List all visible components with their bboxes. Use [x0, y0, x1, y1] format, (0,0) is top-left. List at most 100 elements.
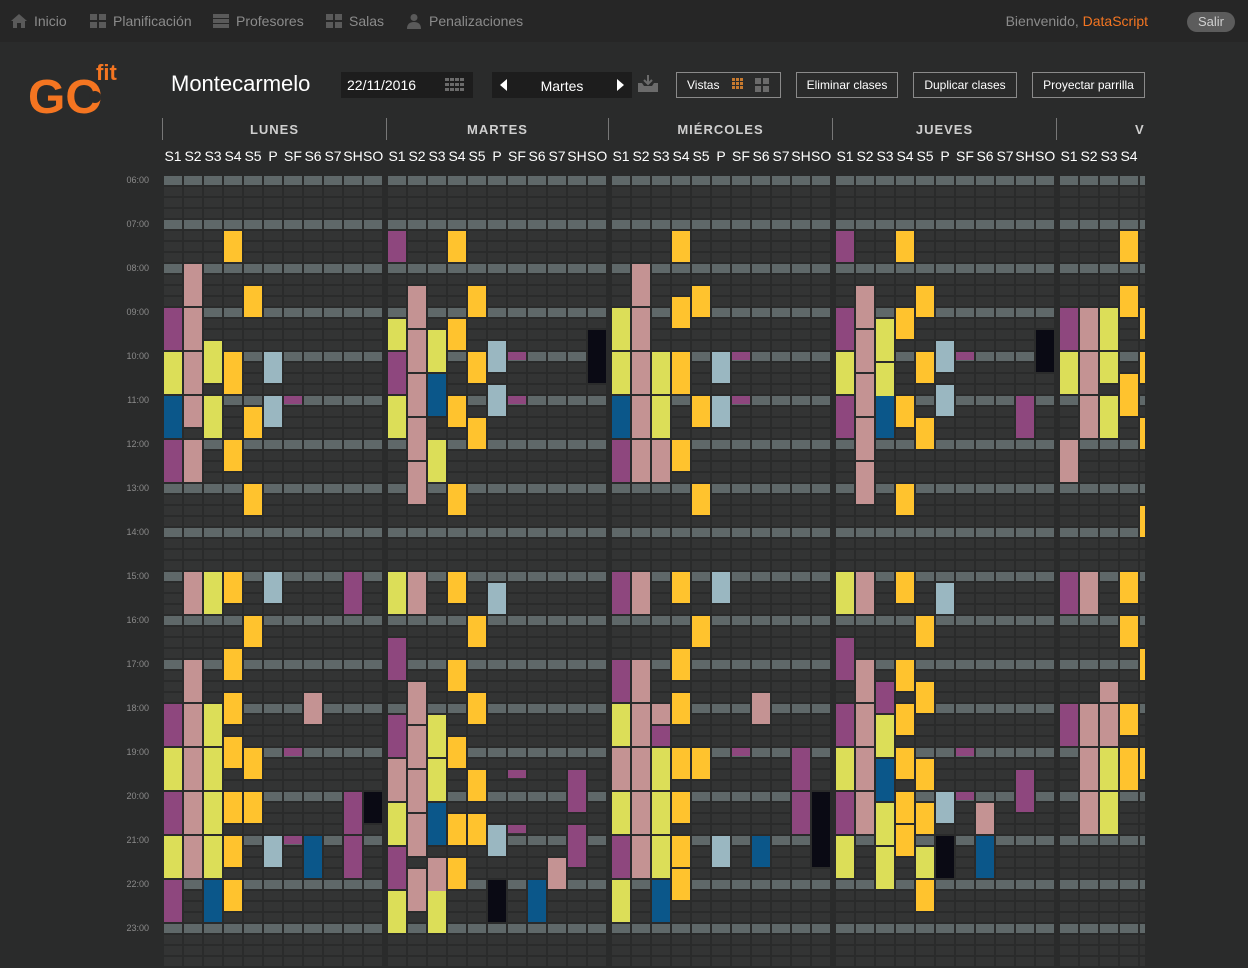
time-slot[interactable] — [1180, 231, 1198, 240]
time-slot[interactable] — [284, 528, 302, 537]
time-slot[interactable] — [652, 671, 670, 680]
time-slot[interactable] — [836, 264, 854, 273]
time-slot[interactable] — [1180, 693, 1198, 702]
time-slot[interactable] — [508, 275, 526, 284]
time-slot[interactable] — [876, 539, 894, 548]
class-block[interactable] — [568, 770, 586, 812]
time-slot[interactable] — [812, 286, 830, 295]
time-slot[interactable] — [1140, 220, 1158, 229]
class-block[interactable] — [204, 792, 222, 834]
time-slot[interactable] — [896, 374, 914, 383]
time-slot[interactable] — [588, 561, 606, 570]
time-slot[interactable] — [224, 275, 242, 284]
time-slot[interactable] — [488, 264, 506, 273]
time-slot[interactable] — [448, 517, 466, 526]
time-slot[interactable] — [568, 671, 586, 680]
time-slot[interactable] — [284, 429, 302, 438]
time-slot[interactable] — [1180, 792, 1198, 801]
time-slot[interactable] — [324, 770, 342, 779]
time-slot[interactable] — [164, 638, 182, 647]
time-slot[interactable] — [324, 902, 342, 911]
time-slot[interactable] — [976, 583, 994, 592]
time-slot[interactable] — [792, 198, 810, 207]
time-slot[interactable] — [1240, 682, 1248, 691]
time-slot[interactable] — [792, 352, 810, 361]
time-slot[interactable] — [876, 649, 894, 658]
time-slot[interactable] — [1080, 517, 1098, 526]
time-slot[interactable] — [488, 748, 506, 757]
time-slot[interactable] — [732, 946, 750, 955]
time-slot[interactable] — [1140, 297, 1158, 306]
time-slot[interactable] — [956, 594, 974, 603]
time-slot[interactable] — [588, 583, 606, 592]
time-slot[interactable] — [304, 198, 322, 207]
time-slot[interactable] — [388, 946, 406, 955]
time-slot[interactable] — [428, 605, 446, 614]
time-slot[interactable] — [244, 836, 262, 845]
time-slot[interactable] — [548, 352, 566, 361]
time-slot[interactable] — [772, 759, 790, 768]
time-slot[interactable] — [956, 330, 974, 339]
time-slot[interactable] — [244, 187, 262, 196]
time-slot[interactable] — [956, 671, 974, 680]
time-slot[interactable] — [1200, 836, 1218, 845]
time-slot[interactable] — [408, 187, 426, 196]
class-block[interactable] — [692, 748, 710, 779]
class-block[interactable] — [204, 341, 222, 383]
time-slot[interactable] — [792, 517, 810, 526]
time-slot[interactable] — [1036, 275, 1054, 284]
time-slot[interactable] — [896, 737, 914, 746]
time-slot[interactable] — [996, 495, 1014, 504]
time-slot[interactable] — [752, 363, 770, 372]
time-slot[interactable] — [388, 539, 406, 548]
time-slot[interactable] — [1140, 473, 1158, 482]
time-slot[interactable] — [428, 946, 446, 955]
time-slot[interactable] — [1180, 682, 1198, 691]
time-slot[interactable] — [364, 594, 382, 603]
time-slot[interactable] — [1036, 187, 1054, 196]
time-slot[interactable] — [1036, 627, 1054, 636]
time-slot[interactable] — [588, 759, 606, 768]
time-slot[interactable] — [264, 891, 282, 900]
time-slot[interactable] — [344, 187, 362, 196]
time-slot[interactable] — [1016, 748, 1034, 757]
time-slot[interactable] — [264, 550, 282, 559]
time-slot[interactable] — [568, 275, 586, 284]
time-slot[interactable] — [244, 847, 262, 856]
time-slot[interactable] — [184, 253, 202, 262]
time-slot[interactable] — [488, 209, 506, 218]
time-slot[interactable] — [1100, 242, 1118, 251]
time-slot[interactable] — [264, 308, 282, 317]
time-slot[interactable] — [1120, 429, 1138, 438]
time-slot[interactable] — [344, 638, 362, 647]
time-slot[interactable] — [244, 880, 262, 889]
time-slot[interactable] — [996, 484, 1014, 493]
time-slot[interactable] — [548, 440, 566, 449]
time-slot[interactable] — [264, 880, 282, 889]
time-slot[interactable] — [264, 440, 282, 449]
time-slot[interactable] — [996, 803, 1014, 812]
time-slot[interactable] — [1180, 627, 1198, 636]
time-slot[interactable] — [1080, 671, 1098, 680]
class-block[interactable] — [244, 484, 262, 515]
time-slot[interactable] — [996, 671, 1014, 680]
time-slot[interactable] — [468, 396, 486, 405]
time-slot[interactable] — [632, 957, 650, 966]
time-slot[interactable] — [164, 297, 182, 306]
time-slot[interactable] — [1220, 803, 1238, 812]
class-block[interactable] — [956, 792, 974, 800]
time-slot[interactable] — [568, 693, 586, 702]
time-slot[interactable] — [1060, 176, 1078, 185]
time-slot[interactable] — [1100, 187, 1118, 196]
time-slot[interactable] — [672, 605, 690, 614]
time-slot[interactable] — [812, 484, 830, 493]
time-slot[interactable] — [812, 198, 830, 207]
time-slot[interactable] — [528, 308, 546, 317]
time-slot[interactable] — [732, 451, 750, 460]
time-slot[interactable] — [1036, 572, 1054, 581]
time-slot[interactable] — [996, 231, 1014, 240]
time-slot[interactable] — [568, 935, 586, 944]
time-slot[interactable] — [1140, 836, 1158, 845]
time-slot[interactable] — [488, 572, 506, 581]
time-slot[interactable] — [1036, 649, 1054, 658]
